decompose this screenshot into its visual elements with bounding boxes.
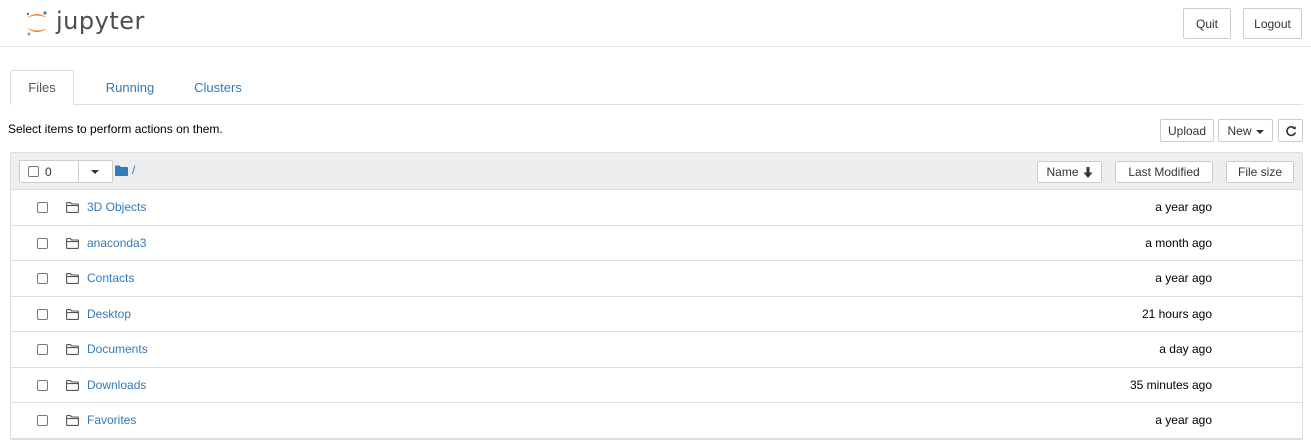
list-item[interactable]: Favorites a year ago xyxy=(11,403,1302,439)
folder-icon xyxy=(115,165,128,176)
arrow-down-icon xyxy=(1083,166,1092,178)
item-name-link[interactable]: 3D Objects xyxy=(87,200,146,214)
upload-button[interactable]: Upload xyxy=(1160,119,1214,142)
item-last-modified: 35 minutes ago xyxy=(1129,377,1212,392)
caret-down-icon xyxy=(91,170,99,174)
item-last-modified: a day ago xyxy=(1159,342,1212,356)
item-name-link[interactable]: anaconda3 xyxy=(87,236,146,250)
folder-outline-icon xyxy=(66,415,79,426)
tab-files[interactable]: Files xyxy=(10,70,74,105)
quit-button[interactable]: Quit xyxy=(1183,8,1231,39)
item-name-link[interactable]: Downloads xyxy=(87,378,146,392)
folder-outline-icon xyxy=(66,237,79,249)
file-list-rows: 3D Objects a year ago anaconda3 a month ago… xyxy=(11,190,1302,439)
item-checkbox[interactable] xyxy=(37,202,48,213)
item-last-modified: 21 hours ago xyxy=(1141,306,1212,321)
file-list-header: 0 / Name Last Modified File size xyxy=(11,153,1302,190)
file-list: 0 / Name Last Modified File size 3D Obje… xyxy=(10,152,1303,440)
sort-by-last-modified-button[interactable]: Last Modified xyxy=(1115,161,1213,183)
item-name-link[interactable]: Desktop xyxy=(87,307,131,321)
logout-button[interactable]: Logout xyxy=(1243,8,1302,39)
sort-by-name-button[interactable]: Name xyxy=(1037,161,1102,183)
new-label: New xyxy=(1227,123,1252,138)
item-checkbox[interactable] xyxy=(37,379,48,391)
jupyter-logo-text: jupyter xyxy=(56,7,145,35)
folder-outline-icon xyxy=(66,344,79,355)
selection-hint: Select items to perform actions on them. xyxy=(8,122,223,136)
item-checkbox[interactable] xyxy=(37,308,48,320)
item-last-modified: a year ago xyxy=(1155,413,1212,427)
list-item[interactable]: anaconda3 a month ago xyxy=(11,226,1302,261)
sort-name-label: Name xyxy=(1046,165,1079,179)
item-name-link[interactable]: Documents xyxy=(87,342,148,356)
select-menu-dropdown[interactable] xyxy=(79,161,112,182)
tab-clusters[interactable]: Clusters xyxy=(178,70,258,105)
select-all-group: 0 xyxy=(19,160,113,183)
selected-count: 0 xyxy=(45,165,52,179)
new-dropdown-button[interactable]: New xyxy=(1218,119,1273,142)
folder-outline-icon xyxy=(66,308,79,320)
item-last-modified: a month ago xyxy=(1145,235,1212,250)
tab-running[interactable]: Running xyxy=(86,70,174,105)
header: jupyter Quit Logout xyxy=(0,0,1311,47)
select-all-checkbox[interactable] xyxy=(28,166,39,177)
tab-files-label: Files xyxy=(28,80,56,95)
list-item[interactable]: Desktop 21 hours ago xyxy=(11,297,1302,332)
item-last-modified: a year ago xyxy=(1155,271,1212,285)
list-item[interactable]: Downloads 35 minutes ago xyxy=(11,368,1302,403)
folder-outline-icon xyxy=(66,379,79,391)
caret-down-icon xyxy=(1255,129,1264,134)
list-item[interactable]: 3D Objects a year ago xyxy=(11,190,1302,226)
tab-bar: Files Running Clusters xyxy=(10,70,1303,105)
item-checkbox[interactable] xyxy=(37,237,48,249)
tab-clusters-label: Clusters xyxy=(194,80,242,95)
list-item[interactable]: Contacts a year ago xyxy=(11,261,1302,297)
refresh-icon xyxy=(1285,125,1296,136)
item-checkbox[interactable] xyxy=(37,415,48,426)
folder-outline-icon xyxy=(66,202,79,213)
folder-outline-icon xyxy=(66,273,79,284)
jupyter-logo[interactable]: jupyter xyxy=(24,7,145,38)
item-checkbox[interactable] xyxy=(37,344,48,355)
refresh-button[interactable] xyxy=(1278,119,1303,142)
item-last-modified: a year ago xyxy=(1155,200,1212,214)
item-name-link[interactable]: Contacts xyxy=(87,271,134,285)
item-name-link[interactable]: Favorites xyxy=(87,413,136,427)
jupyter-logo-icon xyxy=(26,11,47,36)
item-checkbox[interactable] xyxy=(37,273,48,284)
tab-running-label: Running xyxy=(105,80,155,95)
breadcrumb-path[interactable]: / xyxy=(132,163,135,177)
list-item[interactable]: Documents a day ago xyxy=(11,332,1302,368)
sort-by-file-size-button[interactable]: File size xyxy=(1226,161,1294,183)
